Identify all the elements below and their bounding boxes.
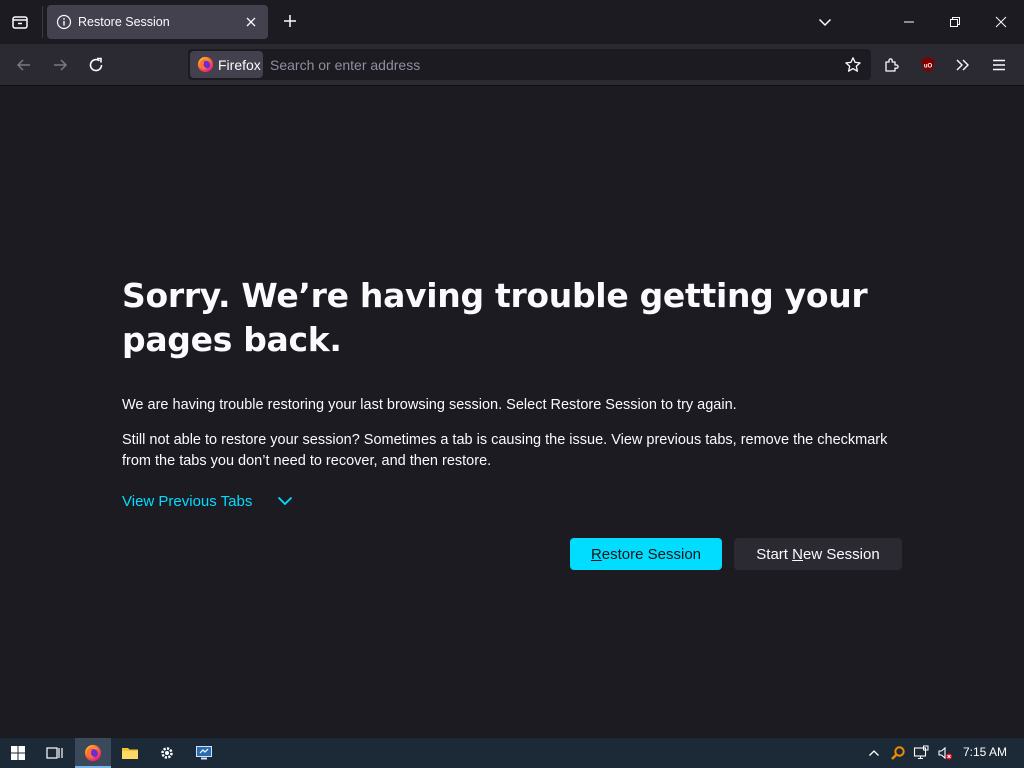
tab-strip: Restore Session	[0, 0, 1024, 44]
identity-box[interactable]: Firefox	[190, 51, 263, 78]
view-previous-tabs-label: View Previous Tabs	[122, 492, 253, 510]
restore-session-button[interactable]: Restore Session	[570, 538, 722, 570]
task-view-icon[interactable]	[37, 738, 73, 768]
restore-accesskey: R	[590, 545, 602, 563]
search-tray-icon[interactable]	[890, 745, 906, 761]
description-paragraph-2: Still not able to restore your session? …	[122, 432, 888, 469]
firefox-logo	[84, 744, 102, 762]
info-icon	[56, 14, 72, 30]
restore-icon[interactable]	[932, 0, 978, 44]
address-input[interactable]	[270, 49, 830, 80]
page-title: Sorry. We’re having trouble getting your…	[122, 276, 868, 359]
new-session-label-before: Start	[756, 545, 793, 563]
tab-title: Restore Session	[78, 15, 170, 29]
navigation-toolbar: Firefox uO	[0, 44, 1024, 86]
star-icon[interactable]	[843, 55, 863, 75]
url-bar[interactable]: Firefox	[188, 49, 871, 80]
tab-list-icon[interactable]	[8, 10, 32, 34]
minimize-icon[interactable]	[886, 0, 932, 44]
menu-icon[interactable]	[986, 52, 1012, 78]
extensions-icon[interactable]	[879, 52, 905, 78]
tray-up-icon[interactable]	[866, 745, 882, 761]
windows-start-icon[interactable]	[0, 738, 36, 768]
new-session-label-after: ew Session	[802, 545, 880, 563]
restore-label-rest: estore Session	[601, 545, 702, 563]
start-new-session-button[interactable]: Start New Session	[734, 538, 902, 570]
new-session-accesskey: N	[792, 545, 803, 563]
taskbar-firefox[interactable]	[75, 738, 111, 768]
back-icon[interactable]	[11, 52, 37, 78]
plus-icon[interactable]	[280, 11, 300, 31]
close-window-icon[interactable]	[978, 0, 1024, 44]
firefox-logo	[197, 56, 214, 73]
tab-separator	[42, 6, 43, 38]
chevron-down-icon	[276, 492, 294, 510]
forward-icon[interactable]	[47, 52, 73, 78]
identity-label: Firefox	[218, 56, 261, 73]
ublock-icon[interactable]: uO	[915, 52, 941, 78]
close-icon[interactable]	[242, 13, 260, 31]
file-explorer-icon[interactable]	[112, 738, 148, 768]
network-icon[interactable]	[913, 745, 929, 761]
page-content: Sorry. We’re having trouble getting your…	[0, 86, 1024, 738]
view-previous-tabs-toggle[interactable]: View Previous Tabs	[122, 490, 294, 512]
svg-text:uO: uO	[924, 64, 933, 70]
tab-restore-session[interactable]: Restore Session	[47, 5, 268, 39]
taskbar: 7:15 AM	[0, 738, 1024, 768]
remote-desktop-icon[interactable]	[186, 738, 222, 768]
reload-icon[interactable]	[83, 52, 109, 78]
chevron-down-icon[interactable]	[815, 12, 835, 32]
taskbar-clock[interactable]: 7:15 AM	[963, 745, 1007, 759]
volume-muted-icon[interactable]	[937, 745, 953, 761]
settings-icon[interactable]	[149, 738, 185, 768]
overflow-icon[interactable]	[950, 52, 976, 78]
description-paragraph-1: We are having trouble restoring your las…	[122, 397, 737, 413]
